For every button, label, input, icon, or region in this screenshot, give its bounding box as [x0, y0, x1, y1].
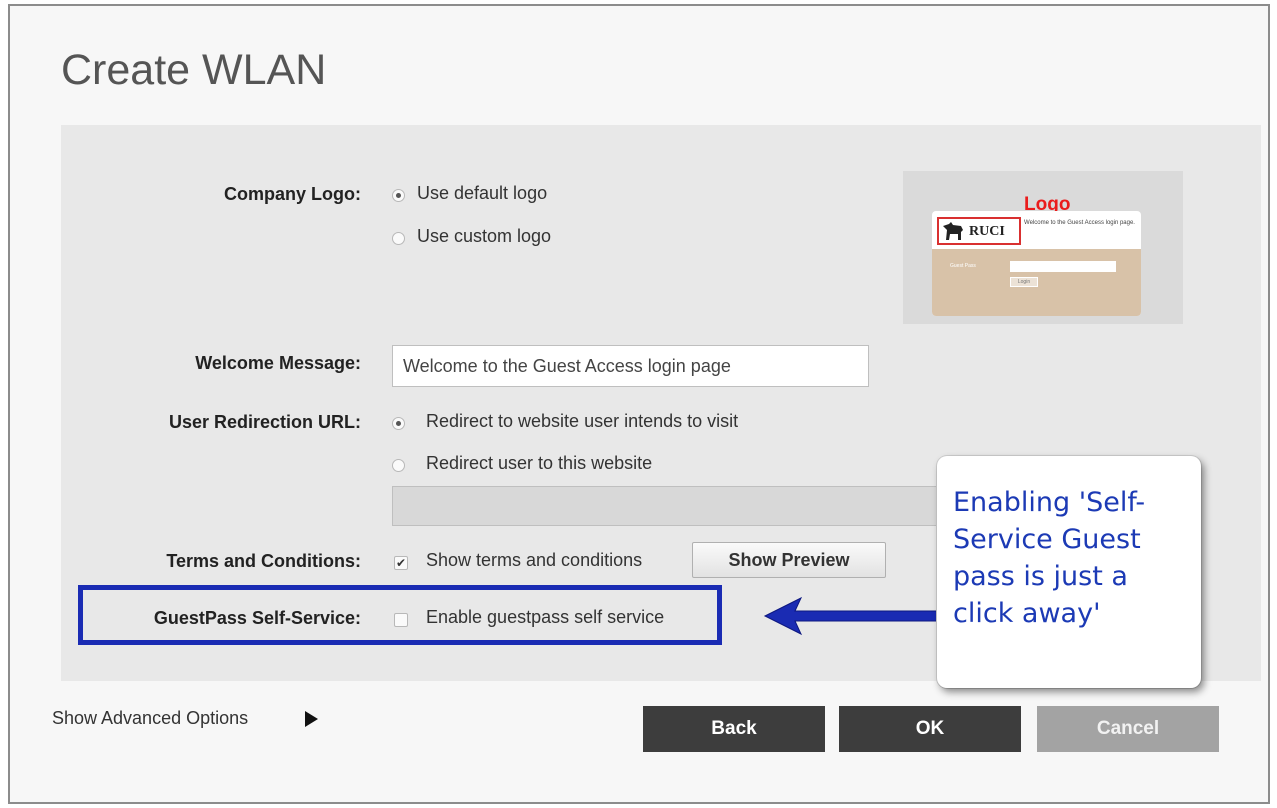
brand-logo-text: RUCI — [969, 224, 1005, 239]
logo-preview: Logo RUCI Welcome to the Guest Access lo… — [903, 171, 1183, 324]
preview-pass-field — [1010, 261, 1116, 272]
dialog-title: Create WLAN — [61, 46, 327, 94]
custom-logo-option[interactable]: Use custom logo — [417, 226, 551, 247]
redirect-intended-option[interactable]: Redirect to website user intends to visi… — [426, 411, 738, 432]
annotation-callout: Enabling 'Self-Service Guest pass is jus… — [937, 456, 1201, 688]
brand-logo: RUCI — [937, 217, 1021, 245]
custom-logo-radio[interactable] — [392, 232, 405, 245]
show-advanced-options-link[interactable]: Show Advanced Options — [52, 708, 248, 729]
default-logo-radio[interactable] — [392, 189, 405, 202]
redirect-intended-radio[interactable] — [392, 417, 405, 430]
show-preview-button[interactable]: Show Preview — [692, 542, 886, 578]
redirect-custom-option[interactable]: Redirect user to this website — [426, 453, 652, 474]
login-page-preview: RUCI Welcome to the Guest Access login p… — [932, 211, 1141, 316]
preview-login-button: Login — [1010, 277, 1038, 287]
left-arrow-icon — [763, 596, 940, 636]
ok-button[interactable]: OK — [839, 706, 1021, 752]
welcome-message-input[interactable]: Welcome to the Guest Access login page — [392, 345, 869, 387]
redirection-url-label: User Redirection URL: — [168, 412, 361, 432]
preview-welcome-text: Welcome to the Guest Access login page. — [1024, 220, 1135, 226]
terms-label: Terms and Conditions: — [166, 551, 361, 571]
terms-checkbox-label[interactable]: Show terms and conditions — [426, 550, 642, 571]
dog-logo-icon — [943, 222, 963, 240]
preview-userpass-label: Guest Pass — [950, 263, 976, 269]
expand-triangle-icon[interactable] — [305, 711, 318, 727]
cancel-button[interactable]: Cancel — [1037, 706, 1219, 752]
welcome-message-label: Welcome Message: — [195, 353, 361, 373]
company-logo-label: Company Logo: — [224, 184, 361, 204]
callout-text: Enabling 'Self-Service Guest pass is jus… — [953, 487, 1146, 629]
default-logo-option[interactable]: Use default logo — [417, 183, 547, 204]
back-button[interactable]: Back — [643, 706, 825, 752]
redirect-url-input[interactable] — [392, 486, 952, 526]
redirect-custom-radio[interactable] — [392, 459, 405, 472]
terms-checkbox[interactable]: ✔ — [394, 556, 408, 570]
guestpass-highlight-box — [78, 585, 722, 645]
